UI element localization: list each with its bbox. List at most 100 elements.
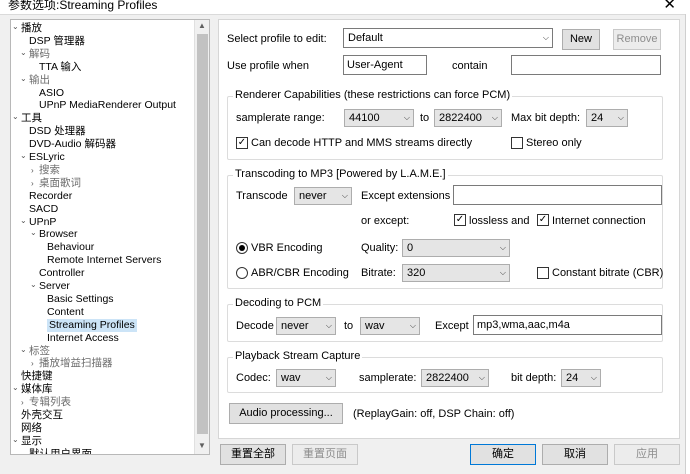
quality-select[interactable]: 0 ⌵ <box>402 239 510 257</box>
tree-item[interactable]: Remote Internet Servers <box>47 254 161 267</box>
collapsed-chevron-icon[interactable]: › <box>21 396 24 409</box>
tree-item[interactable]: 标签 <box>29 345 50 358</box>
tree-scrollbar[interactable]: ▲ ▼ <box>194 20 209 454</box>
collapsed-chevron-icon[interactable]: › <box>31 357 34 370</box>
tree-item[interactable]: 播放增益扫描器 <box>39 357 113 370</box>
transcode-select[interactable]: never ⌵ <box>294 187 352 205</box>
profile-select[interactable]: Default ⌵ <box>343 28 553 48</box>
tree-item[interactable]: DSP 管理器 <box>29 35 85 48</box>
tree-item[interactable]: Behaviour <box>47 241 94 254</box>
expand-chevron-icon[interactable]: ⌄ <box>20 46 27 59</box>
tree-item[interactable]: Internet Access <box>47 332 119 345</box>
internet-connection-checkbox[interactable]: ✓ <box>537 214 549 226</box>
tree-item[interactable]: 工具 <box>21 112 42 125</box>
tree-item[interactable]: DVD-Audio 解码器 <box>29 138 116 151</box>
capture-bitdepth-value: 24 <box>566 372 579 384</box>
close-icon[interactable]: ✕ <box>663 0 676 13</box>
use-when-field[interactable]: User-Agent <box>343 55 427 75</box>
tree-item[interactable]: 解码 <box>29 48 50 61</box>
stereo-only-checkbox[interactable] <box>511 137 523 149</box>
scroll-up-icon[interactable]: ▲ <box>198 21 206 30</box>
remove-profile-button[interactable]: Remove <box>613 29 661 50</box>
samplerate-max-value: 2822400 <box>439 112 482 124</box>
new-profile-button[interactable]: New <box>562 29 600 50</box>
reset-all-button[interactable]: 重置全部 <box>220 444 286 465</box>
chevron-down-icon: ⌵ <box>409 321 416 330</box>
codec-label: Codec: <box>236 372 271 384</box>
tree-item[interactable]: DSD 处理器 <box>29 125 86 138</box>
bitrate-select[interactable]: 320 ⌵ <box>402 264 510 282</box>
tree-item[interactable]: 快捷键 <box>21 370 53 383</box>
expand-chevron-icon[interactable]: ⌄ <box>12 433 19 446</box>
chevron-down-icon: ⌵ <box>341 191 348 200</box>
max-bit-depth-select[interactable]: 24 ⌵ <box>586 109 628 127</box>
ok-button[interactable]: 确定 <box>470 444 536 465</box>
quality-value: 0 <box>407 242 414 254</box>
decoding-group: Decoding to PCM Decode never ⌵ to wav ⌵ … <box>227 297 663 342</box>
vbr-label: VBR Encoding <box>251 242 323 254</box>
decode-except-field[interactable]: mp3,wma,aac,m4a <box>473 315 662 335</box>
expand-chevron-icon[interactable]: ⌄ <box>20 72 27 85</box>
tree-item[interactable]: 输出 <box>29 74 50 87</box>
tree-item[interactable]: 媒体库 <box>21 383 53 396</box>
chevron-down-icon: ⌵ <box>590 373 597 382</box>
expand-chevron-icon[interactable]: ⌄ <box>20 343 27 356</box>
except-extensions-field[interactable] <box>453 185 662 205</box>
tree-item[interactable]: SACD <box>29 203 58 216</box>
tree-item[interactable]: 播放 <box>21 22 42 35</box>
collapsed-chevron-icon[interactable]: › <box>31 177 34 190</box>
tree-item[interactable]: 桌面歌词 <box>39 177 81 190</box>
tree-item[interactable]: Server <box>39 280 70 293</box>
codec-select[interactable]: wav ⌵ <box>276 369 336 387</box>
apply-button[interactable]: 应用 <box>614 444 680 465</box>
tree-item[interactable]: ASIO <box>39 87 64 100</box>
contain-field[interactable] <box>511 55 661 75</box>
preferences-tree[interactable]: ▲ ▼ 播放 ⌄ DSP 管理器 解码 ⌄ TTA 输入 输出 ⌄ ASIO UPnP Media… <box>10 19 210 455</box>
expand-chevron-icon[interactable]: ⌄ <box>12 20 19 33</box>
expand-chevron-icon[interactable]: ⌄ <box>30 278 37 291</box>
tree-item[interactable]: Content <box>47 306 84 319</box>
tree-item[interactable]: Browser <box>39 228 78 241</box>
tree-item[interactable]: TTA 输入 <box>39 61 81 74</box>
tree-item[interactable]: 网络 <box>21 422 42 435</box>
tree-item[interactable]: 外壳交互 <box>21 409 63 422</box>
audio-processing-status: (ReplayGain: off, DSP Chain: off) <box>353 408 515 420</box>
scroll-thumb[interactable] <box>197 34 208 434</box>
capture-bitdepth-select[interactable]: 24 ⌵ <box>561 369 601 387</box>
capture-samplerate-select[interactable]: 2822400 ⌵ <box>421 369 489 387</box>
tree-item[interactable]: 搜索 <box>39 164 60 177</box>
decode-http-checkbox[interactable]: ✓ <box>236 137 248 149</box>
capture-samplerate-label: samplerate: <box>359 372 417 384</box>
decode-select[interactable]: never ⌵ <box>276 317 336 335</box>
cbr-checkbox[interactable] <box>537 267 549 279</box>
transcoding-group: Transcoding to MP3 [Powered by L.A.M.E.]… <box>227 168 663 289</box>
cancel-button[interactable]: 取消 <box>542 444 608 465</box>
decode-to-select[interactable]: wav ⌵ <box>360 317 420 335</box>
expand-chevron-icon[interactable]: ⌄ <box>30 226 37 239</box>
expand-chevron-icon[interactable]: ⌄ <box>12 381 19 394</box>
tree-item[interactable]: Recorder <box>29 190 72 203</box>
expand-chevron-icon[interactable]: ⌄ <box>20 149 27 162</box>
abr-radio[interactable] <box>236 267 248 279</box>
tree-item-selected[interactable]: Streaming Profiles <box>47 318 137 332</box>
tree-item[interactable]: 专辑列表 <box>29 396 71 409</box>
scroll-down-icon[interactable]: ▼ <box>198 441 206 450</box>
samplerate-min-select[interactable]: 44100 ⌵ <box>344 109 414 127</box>
vbr-radio[interactable] <box>236 242 248 254</box>
tree-item[interactable]: ESLyric <box>29 151 65 164</box>
expand-chevron-icon[interactable]: ⌄ <box>20 214 27 227</box>
samplerate-max-select[interactable]: 2822400 ⌵ <box>434 109 502 127</box>
chevron-down-icon: ⌵ <box>478 373 485 382</box>
tree-item[interactable]: 默认用户界面 <box>29 448 92 454</box>
tree-item[interactable]: 显示 <box>21 435 42 448</box>
tree-item[interactable]: UPnP MediaRenderer Output <box>39 99 176 112</box>
codec-value: wav <box>281 372 301 384</box>
collapsed-chevron-icon[interactable]: › <box>31 164 34 177</box>
stereo-only-label: Stereo only <box>526 137 582 149</box>
reset-page-button[interactable]: 重置页面 <box>292 444 358 465</box>
tree-item[interactable]: Basic Settings <box>47 293 114 306</box>
lossless-checkbox[interactable]: ✓ <box>454 214 466 226</box>
audio-processing-button[interactable]: Audio processing... <box>229 403 343 424</box>
tree-item[interactable]: Controller <box>39 267 85 280</box>
expand-chevron-icon[interactable]: ⌄ <box>12 110 19 123</box>
